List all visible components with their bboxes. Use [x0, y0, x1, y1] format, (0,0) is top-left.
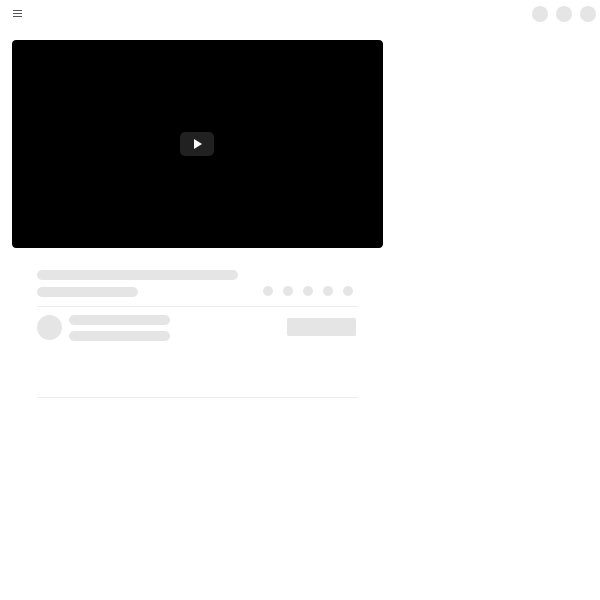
- hamburger-menu-icon[interactable]: [12, 8, 24, 18]
- video-meta-placeholder: [37, 287, 138, 297]
- subscriber-count-placeholder: [69, 331, 170, 341]
- video-action-placeholder[interactable]: [323, 286, 333, 296]
- video-action-placeholder[interactable]: [303, 286, 313, 296]
- channel-name-placeholder: [69, 315, 170, 325]
- header-action-placeholder[interactable]: [532, 6, 548, 22]
- top-bar: [0, 0, 600, 28]
- header-action-placeholder[interactable]: [580, 6, 596, 22]
- subscribe-button-placeholder[interactable]: [287, 318, 356, 336]
- video-action-placeholder[interactable]: [263, 286, 273, 296]
- video-action-placeholder[interactable]: [283, 286, 293, 296]
- channel-avatar-placeholder[interactable]: [37, 315, 62, 340]
- video-player[interactable]: [12, 40, 383, 248]
- divider: [37, 397, 358, 398]
- play-icon: [194, 139, 202, 149]
- divider: [37, 306, 358, 307]
- header-action-placeholder[interactable]: [556, 6, 572, 22]
- play-button[interactable]: [180, 132, 214, 156]
- video-action-placeholder[interactable]: [343, 286, 353, 296]
- video-title-placeholder: [37, 270, 238, 280]
